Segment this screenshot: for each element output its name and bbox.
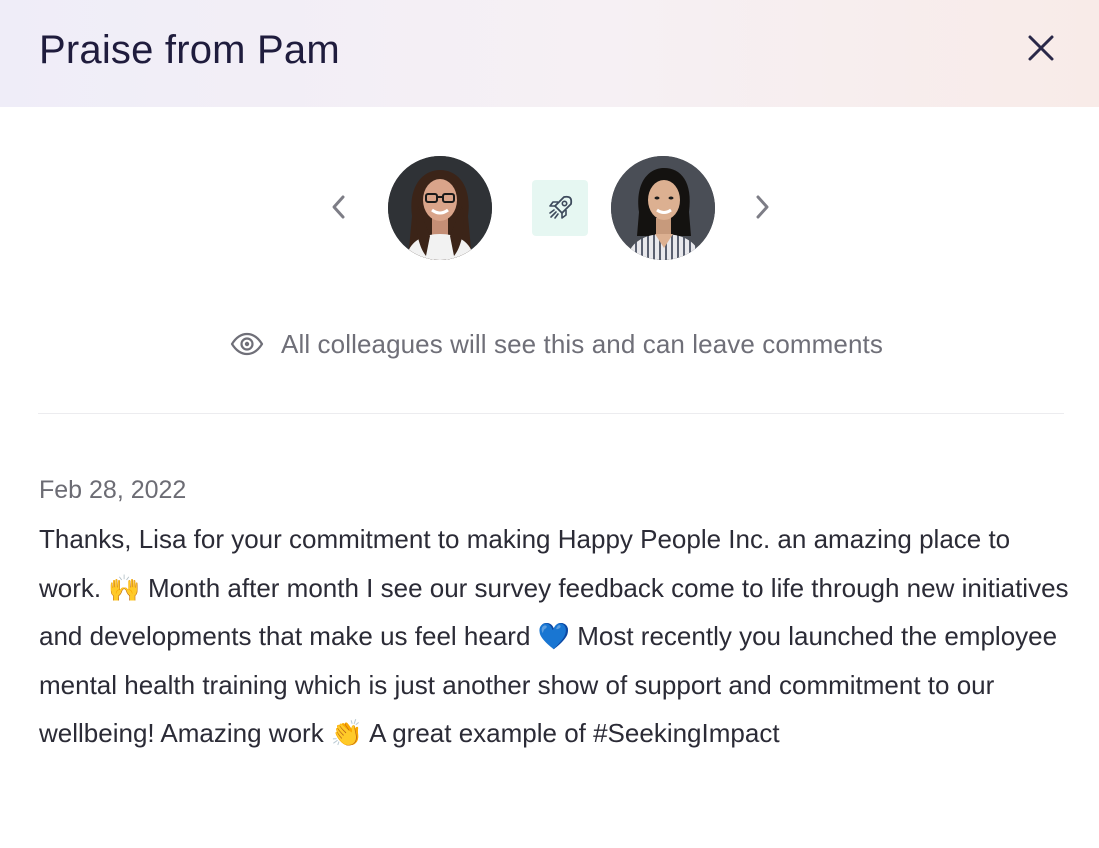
praise-message: Thanks, Lisa for your commitment to maki…	[39, 524, 1069, 748]
chevron-left-icon	[332, 195, 345, 219]
modal-title: Praise from Pam	[39, 28, 340, 72]
giver-avatar	[388, 156, 492, 260]
rocket-icon	[549, 195, 573, 219]
chevron-right-icon	[756, 195, 769, 219]
praise-badge	[532, 180, 588, 236]
modal-header: Praise from Pam	[0, 0, 1099, 107]
divider	[38, 413, 1064, 414]
close-button[interactable]	[1020, 27, 1062, 69]
next-praise-button[interactable]	[748, 189, 778, 225]
previous-praise-button[interactable]	[323, 189, 353, 225]
close-icon	[1028, 35, 1054, 61]
praise-date: Feb 28, 2022	[39, 476, 187, 504]
visibility-notice: All colleagues will see this and can lea…	[0, 326, 1099, 362]
receiver-avatar	[611, 156, 715, 260]
praise-carousel	[0, 150, 1099, 266]
praise-modal: Praise from Pam All colleagues will see …	[0, 0, 1099, 848]
visibility-text: All colleagues will see this and can lea…	[281, 328, 883, 359]
eye-icon	[230, 332, 264, 356]
